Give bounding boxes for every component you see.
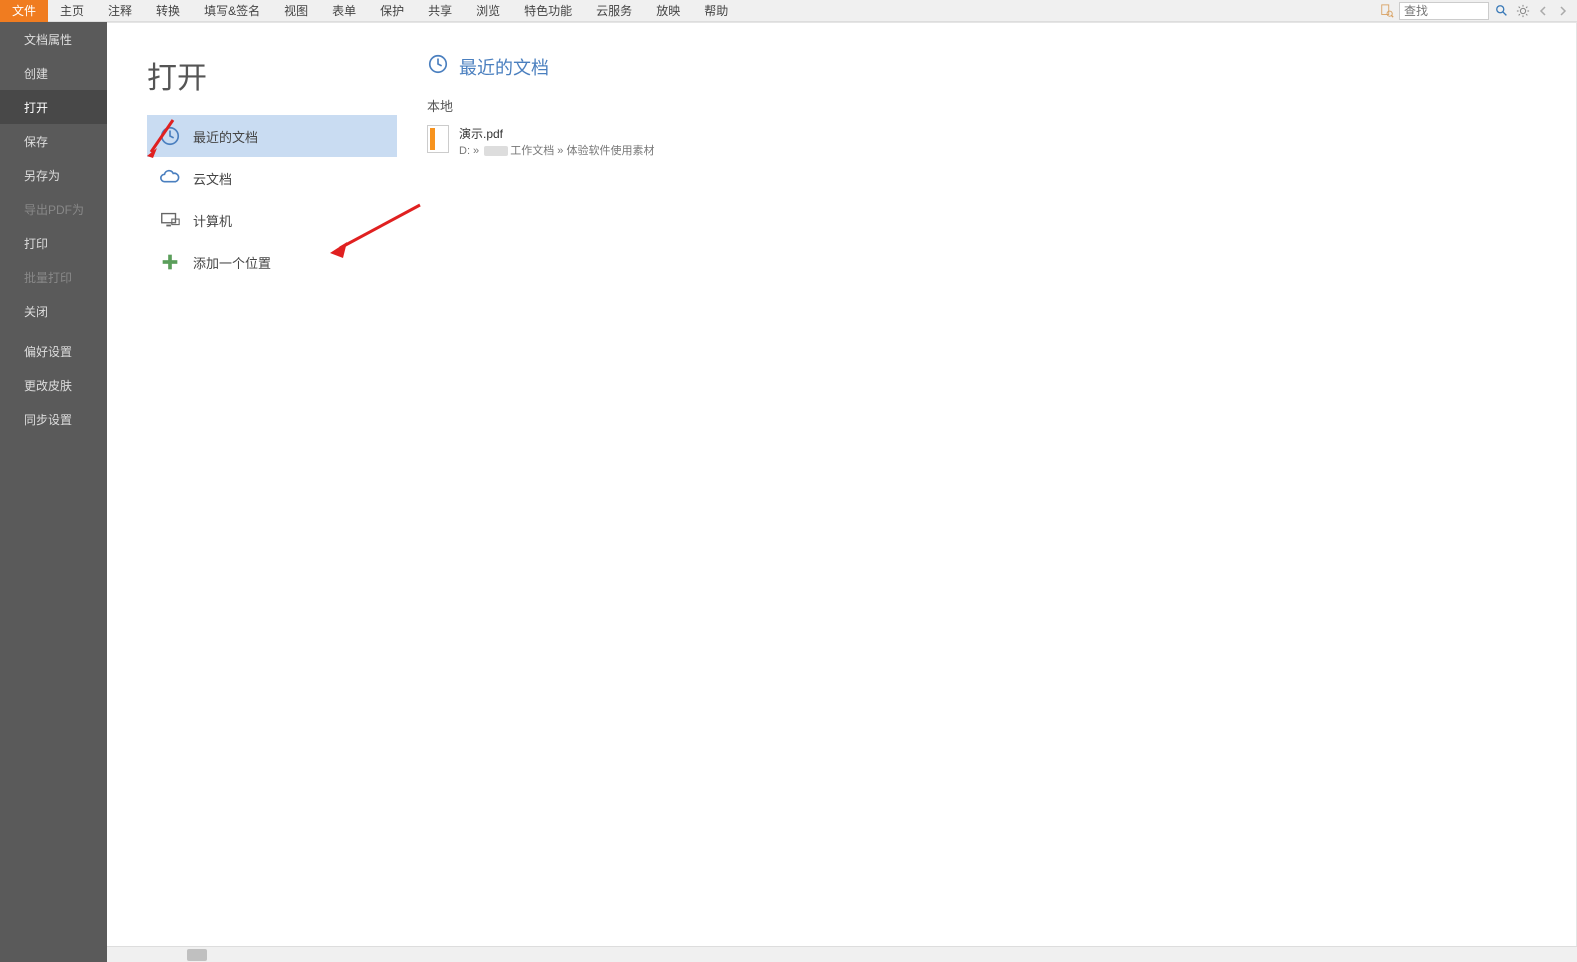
file-path-prefix: D: » [459, 145, 482, 157]
sidebar-item-label: 打开 [24, 99, 48, 116]
menu-tab-label: 填写&签名 [204, 4, 260, 18]
menu-tab-fillsign[interactable]: 填写&签名 [192, 0, 272, 22]
sidebar-item-label: 打印 [24, 235, 48, 252]
pdf-file-icon [427, 125, 449, 153]
search-doc-icon[interactable] [1379, 3, 1395, 19]
sidebar-item-label: 偏好设置 [24, 343, 72, 360]
sidebar-item-label: 创建 [24, 65, 48, 82]
sidebar-item-label: 更改皮肤 [24, 377, 72, 394]
menu-tab-label: 转换 [156, 4, 180, 18]
menu-tab-comment[interactable]: 注释 [96, 0, 144, 22]
body-area: 文档属性 创建 打开 保存 另存为 导出PDF为 打印 批量打印 关闭 偏好设置… [0, 22, 1577, 962]
menu-tab-label: 保护 [380, 4, 404, 18]
search-go-icon[interactable] [1493, 2, 1511, 20]
main-area: 打开 最近的文档 云文档 计算机 [107, 22, 1577, 962]
menu-tab-home[interactable]: 主页 [48, 0, 96, 22]
menu-tab-label: 云服务 [596, 4, 632, 18]
sidebar-item-label: 同步设置 [24, 411, 72, 428]
file-name: 演示.pdf [459, 125, 654, 142]
menu-tab-label: 注释 [108, 4, 132, 18]
sidebar-item-print[interactable]: 打印 [0, 226, 107, 260]
menu-tab-features[interactable]: 特色功能 [512, 0, 584, 22]
sidebar-item-label: 关闭 [24, 303, 48, 320]
location-computer[interactable]: 计算机 [147, 199, 397, 241]
menu-tab-label: 放映 [656, 4, 680, 18]
menu-tab-help[interactable]: 帮助 [692, 0, 740, 22]
menu-tab-label: 特色功能 [524, 4, 572, 18]
file-path: D: » 工作文档 » 体验软件使用素材 [459, 142, 654, 158]
menu-tab-label: 表单 [332, 4, 356, 18]
menu-tab-label: 视图 [284, 4, 308, 18]
location-cloud[interactable]: 云文档 [147, 157, 397, 199]
menu-tab-view[interactable]: 视图 [272, 0, 320, 22]
sidebar-item-docproperties[interactable]: 文档属性 [0, 22, 107, 56]
menu-tab-browse[interactable]: 浏览 [464, 0, 512, 22]
menu-tab-form[interactable]: 表单 [320, 0, 368, 22]
sidebar-item-label: 批量打印 [24, 269, 72, 286]
location-label: 最近的文档 [193, 127, 258, 146]
location-label: 计算机 [193, 211, 232, 230]
sidebar-item-label: 另存为 [24, 167, 60, 184]
sidebar-item-open[interactable]: 打开 [0, 90, 107, 124]
menu-tab-label: 文件 [12, 4, 36, 18]
menu-tab-protect[interactable]: 保护 [368, 0, 416, 22]
sidebar-item-sync[interactable]: 同步设置 [0, 402, 107, 436]
sidebar-item-close[interactable]: 关闭 [0, 294, 107, 328]
menu-tab-label: 帮助 [704, 4, 728, 18]
cloud-icon [159, 167, 181, 189]
plus-icon [159, 251, 181, 273]
sidebar-item-save[interactable]: 保存 [0, 124, 107, 158]
page-title: 打开 [147, 53, 397, 97]
location-label: 添加一个位置 [193, 253, 271, 272]
sidebar-item-label: 保存 [24, 133, 48, 150]
file-path-mid: 工作文档 » 体验软件使用素材 [510, 145, 654, 157]
gear-icon[interactable] [1515, 3, 1531, 19]
sidebar-item-preferences[interactable]: 偏好设置 [0, 334, 107, 368]
location-add[interactable]: 添加一个位置 [147, 241, 397, 283]
sidebar-item-label: 导出PDF为 [24, 201, 84, 218]
sidebar-item-batchprint[interactable]: 批量打印 [0, 260, 107, 294]
menu-tab-share[interactable]: 共享 [416, 0, 464, 22]
section-heading: 最近的文档 [427, 53, 1576, 80]
menu-tab-label: 共享 [428, 4, 452, 18]
search-input[interactable] [1399, 2, 1489, 20]
menu-tab-convert[interactable]: 转换 [144, 0, 192, 22]
content-panel: 最近的文档 本地 演示.pdf D: » 工作文档 » 体验软件使用素材 [397, 23, 1576, 962]
recent-file-item[interactable]: 演示.pdf D: » 工作文档 » 体验软件使用素材 [427, 121, 1576, 162]
clock-icon [427, 53, 449, 80]
sidebar-item-exportpdf[interactable]: 导出PDF为 [0, 192, 107, 226]
nav-prev-icon[interactable] [1535, 3, 1551, 19]
computer-icon [159, 209, 181, 231]
sidebar-item-create[interactable]: 创建 [0, 56, 107, 90]
menu-tab-label: 浏览 [476, 4, 500, 18]
local-section-label: 本地 [427, 96, 1576, 115]
menubar-right [1379, 2, 1577, 20]
locations-panel: 打开 最近的文档 云文档 计算机 [107, 23, 397, 962]
menu-tab-label: 主页 [60, 4, 84, 18]
menu-tab-slideshow[interactable]: 放映 [644, 0, 692, 22]
scrollbar-thumb[interactable] [187, 949, 207, 961]
menu-tab-file[interactable]: 文件 [0, 0, 48, 22]
clock-icon [159, 125, 181, 147]
nav-next-icon[interactable] [1555, 3, 1571, 19]
redacted-text [484, 146, 508, 156]
file-info: 演示.pdf D: » 工作文档 » 体验软件使用素材 [459, 125, 654, 158]
sidebar-item-skin[interactable]: 更改皮肤 [0, 368, 107, 402]
location-label: 云文档 [193, 169, 232, 188]
sidebar-item-saveas[interactable]: 另存为 [0, 158, 107, 192]
menu-tab-cloud[interactable]: 云服务 [584, 0, 644, 22]
sidebar-item-label: 文档属性 [24, 31, 72, 48]
sidebar: 文档属性 创建 打开 保存 另存为 导出PDF为 打印 批量打印 关闭 偏好设置… [0, 22, 107, 962]
menubar: 文件 主页 注释 转换 填写&签名 视图 表单 保护 共享 浏览 特色功能 云服… [0, 0, 1577, 22]
horizontal-scrollbar[interactable] [107, 946, 1577, 962]
section-heading-label: 最近的文档 [459, 54, 549, 80]
location-recent[interactable]: 最近的文档 [147, 115, 397, 157]
